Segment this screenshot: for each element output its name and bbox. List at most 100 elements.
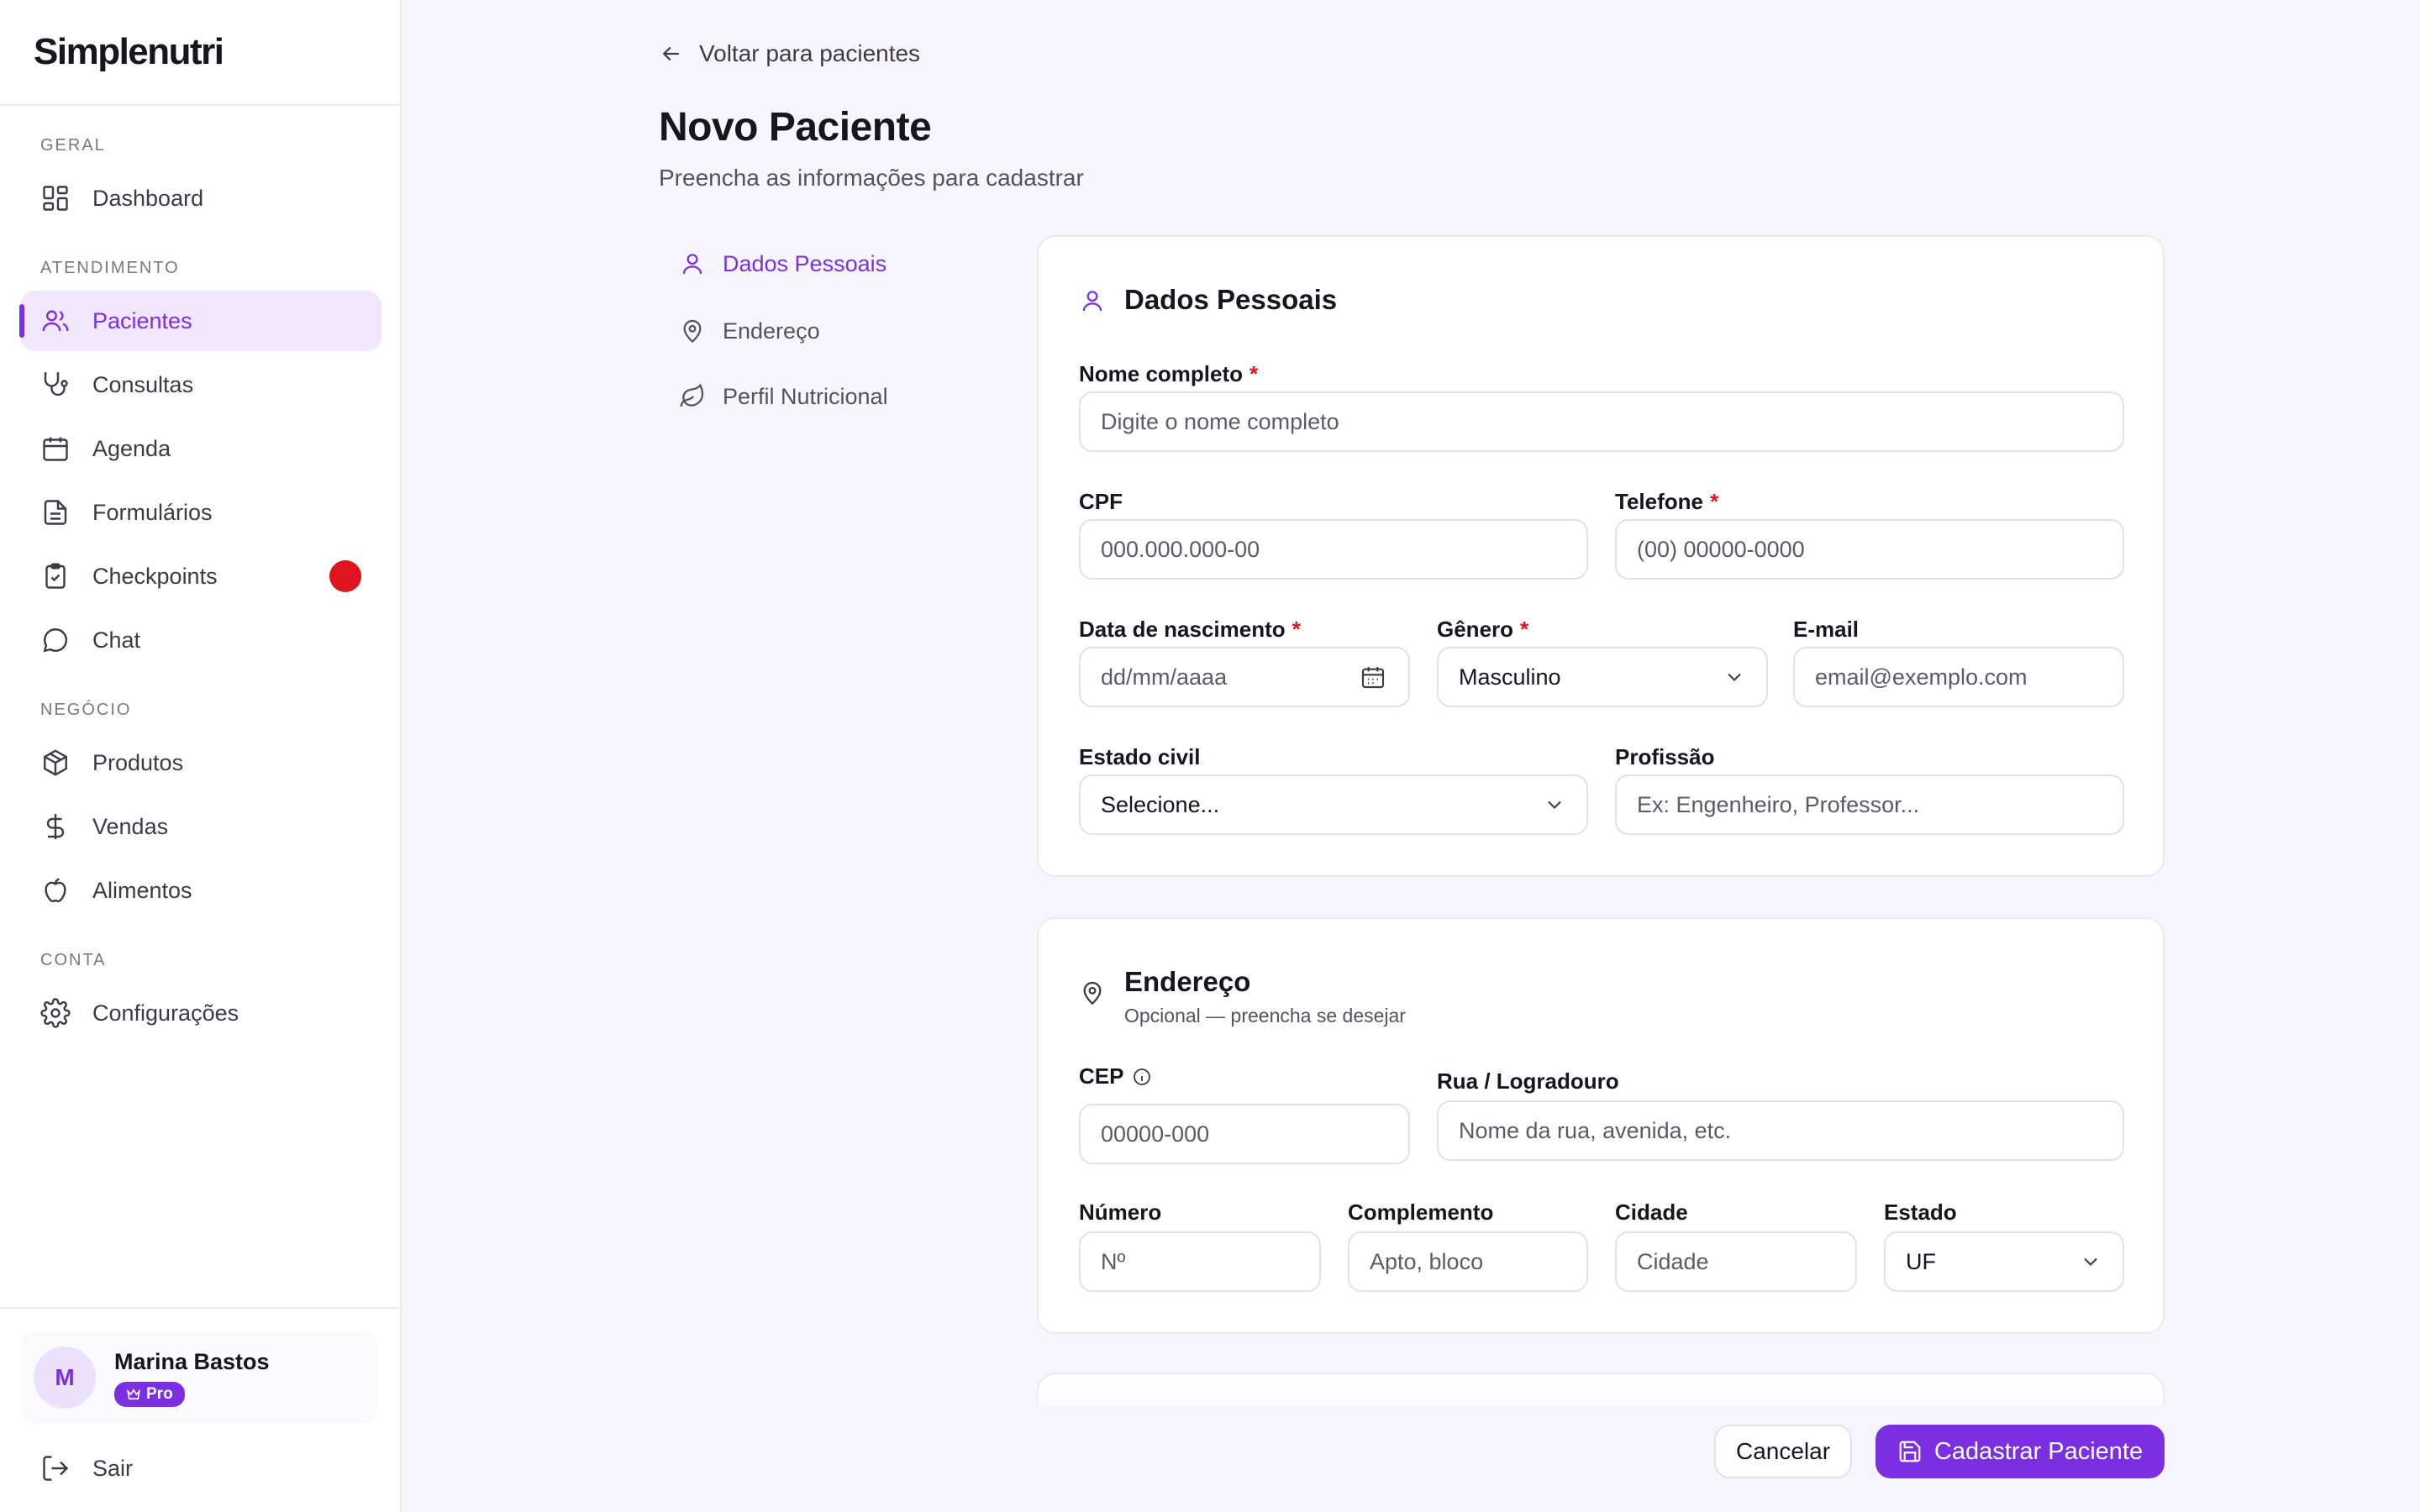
leaf-icon	[680, 383, 704, 407]
plan-label: Pro	[146, 1384, 173, 1403]
dashboard-icon	[43, 186, 68, 211]
sidebar-item-checkpoints[interactable]: Checkpoints 4	[20, 546, 381, 606]
chevron-down-icon	[1728, 673, 1741, 681]
sidebar-item-formularios[interactable]: Formulários	[20, 482, 381, 543]
back-to-patients-link[interactable]: Voltar para pacientes	[659, 40, 920, 67]
dollar-icon	[46, 814, 65, 839]
file-text-icon	[44, 500, 67, 525]
label-text: Complemento	[1348, 1200, 1494, 1225]
section-negocio: NEGÓCIO	[40, 701, 132, 719]
step-perfil-nutricional[interactable]: Perfil Nutricional	[679, 383, 888, 410]
avatar: M	[34, 1347, 96, 1409]
sidebar-item-chat[interactable]: Chat	[20, 610, 381, 670]
cancel-button[interactable]: Cancelar	[1714, 1425, 1852, 1478]
back-link-label: Voltar para pacientes	[699, 40, 921, 66]
crown-icon	[126, 1388, 141, 1399]
required-mark: *	[1709, 489, 1719, 514]
step-label: Endereço	[723, 318, 820, 344]
complemento-label: Complemento	[1348, 1200, 1493, 1226]
sidebar-item-configuracoes[interactable]: Configurações	[20, 983, 381, 1043]
rua-input[interactable]	[1437, 1100, 2124, 1161]
nascimento-label: Data de nascimento *	[1079, 617, 1301, 643]
logout-label: Sair	[92, 1455, 134, 1481]
user-icon	[682, 254, 702, 275]
label-text: Estado	[1884, 1200, 1957, 1225]
cep-input[interactable]	[1079, 1104, 1410, 1164]
sidebar-item-alimentos[interactable]: Alimentos	[20, 860, 381, 921]
sidebar-item-label: Dashboard	[92, 185, 204, 211]
package-icon	[44, 749, 67, 776]
complemento-input[interactable]	[1348, 1231, 1588, 1292]
estado-civil-select[interactable]: Selecione...	[1079, 774, 1588, 835]
calendar-icon[interactable]	[1360, 664, 1386, 690]
label-text: Profissão	[1615, 744, 1715, 769]
map-pin-icon	[683, 319, 702, 344]
step-endereco[interactable]: Endereço	[679, 318, 820, 344]
sidebar-item-produtos[interactable]: Produtos	[20, 732, 381, 793]
clipboard-check-icon	[45, 563, 66, 589]
sidebar-item-vendas[interactable]: Vendas	[20, 796, 381, 857]
calendar-icon	[43, 437, 68, 461]
nome-input[interactable]	[1079, 391, 2124, 452]
email-label: E-mail	[1793, 617, 1859, 643]
section-geral: GERAL	[40, 136, 106, 155]
step-dados-pessoais[interactable]: Dados Pessoais	[679, 250, 886, 277]
save-icon	[1899, 1441, 1921, 1462]
label-text: Rua / Logradouro	[1437, 1068, 1619, 1094]
cpf-input[interactable]	[1079, 519, 1588, 580]
stethoscope-icon	[44, 372, 68, 396]
estado-select[interactable]: UF	[1884, 1231, 2124, 1292]
chevron-down-icon	[1548, 801, 1561, 809]
label-text: CPF	[1079, 489, 1123, 514]
user-icon	[1082, 291, 1102, 312]
submit-label: Cadastrar Paciente	[1933, 1437, 2144, 1465]
user-card[interactable]: M Marina Bastos Pro	[20, 1332, 378, 1423]
page-title: Novo Paciente	[659, 105, 932, 150]
genero-select[interactable]: Masculino	[1437, 647, 1768, 707]
notification-badge: 4	[329, 560, 361, 592]
required-mark: *	[1249, 361, 1259, 386]
numero-input[interactable]	[1079, 1231, 1321, 1292]
telefone-input[interactable]	[1615, 519, 2124, 580]
required-mark: *	[1520, 617, 1529, 642]
profissao-input[interactable]	[1615, 774, 2124, 835]
cep-label: CEP	[1079, 1063, 1152, 1089]
label-text: Gênero	[1437, 617, 1514, 642]
cidade-input[interactable]	[1615, 1231, 1857, 1292]
apple-icon	[45, 878, 66, 903]
info-icon[interactable]	[1132, 1067, 1152, 1087]
nome-label: Nome completo *	[1079, 361, 1258, 387]
gear-icon	[40, 998, 71, 1028]
sidebar-item-label: Formulários	[92, 499, 213, 525]
cpf-label: CPF	[1079, 489, 1123, 515]
sidebar-item-agenda[interactable]: Agenda	[20, 418, 381, 479]
label-text: Nome completo	[1079, 361, 1244, 386]
card-header: Dados Pessoais	[1079, 284, 1337, 316]
sidebar-item-dashboard[interactable]: Dashboard	[20, 168, 381, 228]
address-card: Endereço Opcional — preencha se desejar …	[1037, 917, 2165, 1334]
sidebar-item-label: Alimentos	[92, 877, 192, 903]
brand-logo[interactable]: Simplenutri	[0, 0, 400, 106]
label-text: Cidade	[1615, 1200, 1688, 1225]
label-text: Estado civil	[1079, 744, 1201, 769]
personal-data-card: Dados Pessoais Nome completo* CPF Telefo…	[1037, 235, 2165, 877]
numero-label: Número	[1079, 1200, 1161, 1226]
telefone-label: Telefone *	[1615, 489, 1718, 515]
logout-button[interactable]: Sair	[40, 1453, 133, 1483]
email-input[interactable]	[1793, 647, 2124, 707]
brand-name: Simplenutri	[34, 31, 224, 72]
genero-label: Gênero *	[1437, 617, 1528, 643]
rua-label: Rua / Logradouro	[1437, 1068, 1619, 1095]
users-icon	[42, 310, 69, 332]
required-mark: *	[1292, 617, 1301, 642]
card-title: Endereço	[1124, 966, 1251, 997]
card-header: Endereço Opcional — preencha se desejar	[1079, 966, 1406, 1027]
sidebar-item-label: Agenda	[92, 435, 171, 461]
sidebar-item-label: Configurações	[92, 1000, 239, 1026]
sidebar-item-consultas[interactable]: Consultas	[20, 354, 381, 415]
submit-patient-button[interactable]: Cadastrar Paciente	[1876, 1425, 2165, 1478]
profissao-label: Profissão	[1615, 744, 1715, 770]
sidebar-item-pacientes[interactable]: Pacientes	[19, 291, 381, 351]
step-label: Dados Pessoais	[723, 250, 887, 276]
card-subtitle: Opcional — preencha se desejar	[1124, 1005, 1406, 1026]
